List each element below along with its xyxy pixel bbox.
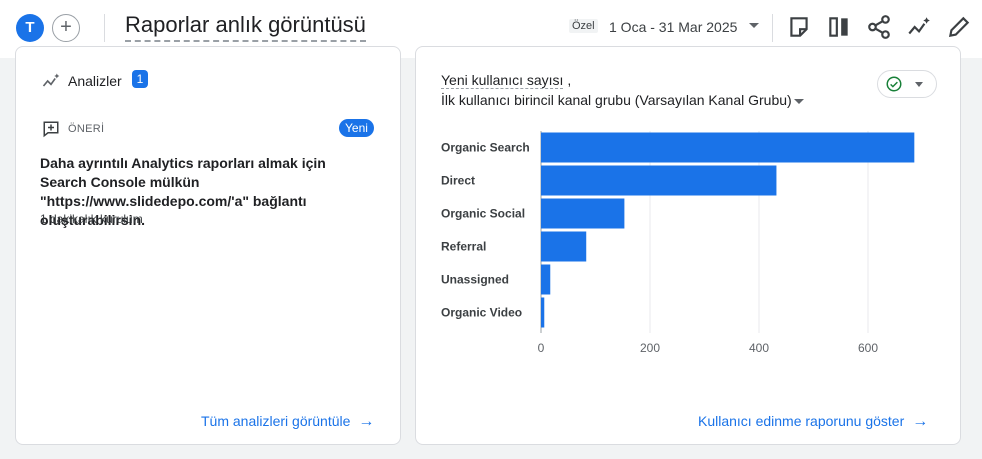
category-label: Organic Video <box>441 306 522 320</box>
insights-title: Analizler <box>68 73 122 89</box>
category-label: Referral <box>441 240 486 254</box>
arrow-right-icon: → <box>358 413 375 430</box>
avatar[interactable]: T <box>16 14 44 42</box>
insights-card: Analizler 1 ÖNERİ Yeni Daha ayrıntılı An… <box>15 46 401 445</box>
chevron-down-icon[interactable] <box>749 23 759 28</box>
bar <box>541 165 777 196</box>
category-label: Organic Social <box>441 207 525 221</box>
x-tick-label: 200 <box>640 341 660 355</box>
date-range-value[interactable]: 1 Oca - 31 Mar 2025 <box>609 19 737 35</box>
category-label: Organic Search <box>441 141 530 155</box>
acquisition-report-link[interactable]: Kullanıcı edinme raporunu göster → <box>698 413 928 431</box>
insights-icon <box>41 71 61 91</box>
category-label: Unassigned <box>441 273 509 287</box>
date-range-label[interactable]: Özel <box>569 19 598 33</box>
x-tick-label: 400 <box>749 341 769 355</box>
customize-report-icon[interactable] <box>786 14 812 40</box>
x-tick-label: 600 <box>858 341 878 355</box>
bar <box>541 231 587 262</box>
bar <box>541 297 545 328</box>
divider <box>104 14 105 42</box>
add-comparison-button[interactable]: + <box>52 14 80 42</box>
new-badge: Yeni <box>339 119 374 137</box>
recommendation-subtext: 1 dakikalık kurulum <box>40 212 143 226</box>
category-label: Direct <box>441 174 475 188</box>
acquisition-report-label: Kullanıcı edinme raporunu göster <box>698 413 905 429</box>
insights-count-badge: 1 <box>132 70 148 88</box>
x-tick-label: 0 <box>538 341 545 355</box>
page-title[interactable]: Raporlar anlık görüntüsü <box>125 12 366 42</box>
insights-icon[interactable] <box>906 14 932 40</box>
bar <box>541 198 625 229</box>
arrow-right-icon: → <box>912 413 929 430</box>
recommendation-label: ÖNERİ <box>68 123 105 135</box>
recommendation-icon <box>42 120 60 138</box>
view-all-insights-label: Tüm analizleri görüntüle <box>201 413 351 429</box>
compare-icon[interactable] <box>826 14 852 40</box>
share-icon[interactable] <box>866 14 892 40</box>
bar <box>541 132 915 163</box>
user-acquisition-card: Yeni kullanıcı sayısı , İlk kullanıcı bi… <box>415 46 961 445</box>
edit-icon[interactable] <box>946 14 972 40</box>
divider <box>772 14 773 42</box>
bar <box>541 264 551 295</box>
bar-chart: 0 200 400 600 Organic Search Direct Organic So… <box>441 131 915 355</box>
view-all-insights-link[interactable]: Tüm analizleri görüntüle → <box>201 413 374 431</box>
